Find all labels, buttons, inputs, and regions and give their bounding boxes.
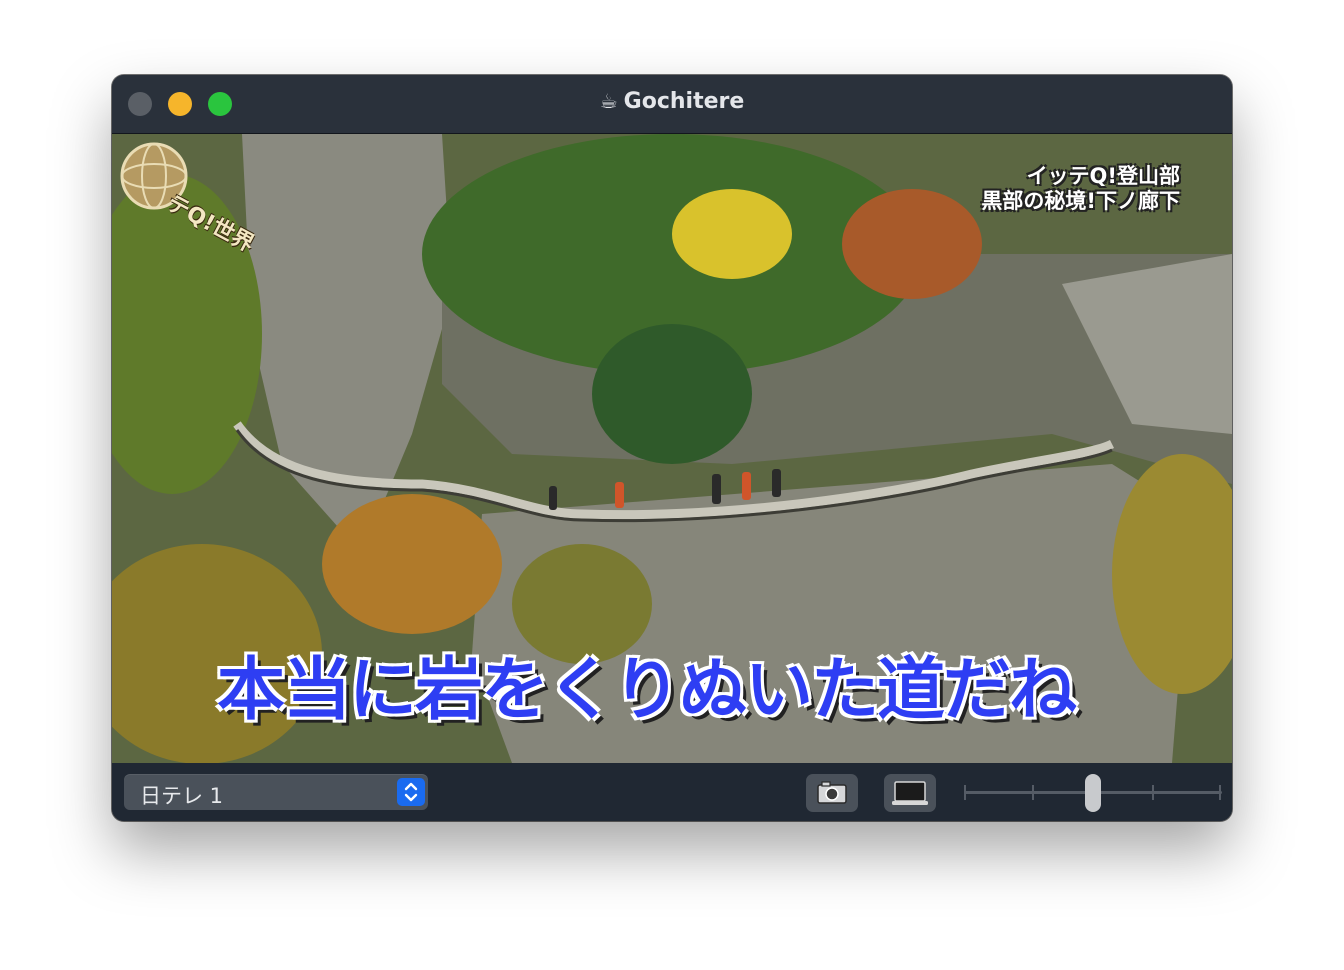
channel-select-value: 日テレ 1 [140, 784, 224, 808]
title-bar[interactable]: ☕ Gochitere [112, 75, 1232, 134]
program-subtitle: 黒部の秘境!下ノ廊下 [981, 189, 1180, 213]
control-bar: 日テレ 1 [112, 763, 1232, 821]
window-title-text: Gochitere [623, 89, 745, 114]
video-player[interactable]: テQ!世界 イッテQ!登山部 黒部の秘境!下ノ廊下 本当に岩をくりぬいた道だね [112, 134, 1232, 763]
chevron-up-down-icon[interactable] [397, 778, 425, 806]
video-subtitle: 本当に岩をくりぬいた道だね [217, 651, 1077, 730]
camera-icon [817, 781, 847, 804]
volume-slider[interactable] [964, 774, 1222, 812]
window-title: ☕ Gochitere [112, 89, 1232, 114]
coffee-cup-icon: ☕ [599, 89, 618, 113]
program-caption: イッテQ!登山部 黒部の秘境!下ノ廊下 [981, 164, 1180, 214]
picture-in-picture-icon [892, 781, 928, 805]
app-window: ☕ Gochitere テQ!世界 イッテQ!登山部 黒部の秘境!下ノ廊下 本当… [112, 75, 1232, 821]
channel-select[interactable]: 日テレ 1 [124, 774, 428, 810]
picture-in-picture-button[interactable] [884, 774, 936, 812]
screenshot-button[interactable] [806, 774, 858, 812]
program-title: イッテQ!登山部 [1026, 164, 1180, 188]
volume-slider-knob[interactable] [1085, 774, 1101, 812]
